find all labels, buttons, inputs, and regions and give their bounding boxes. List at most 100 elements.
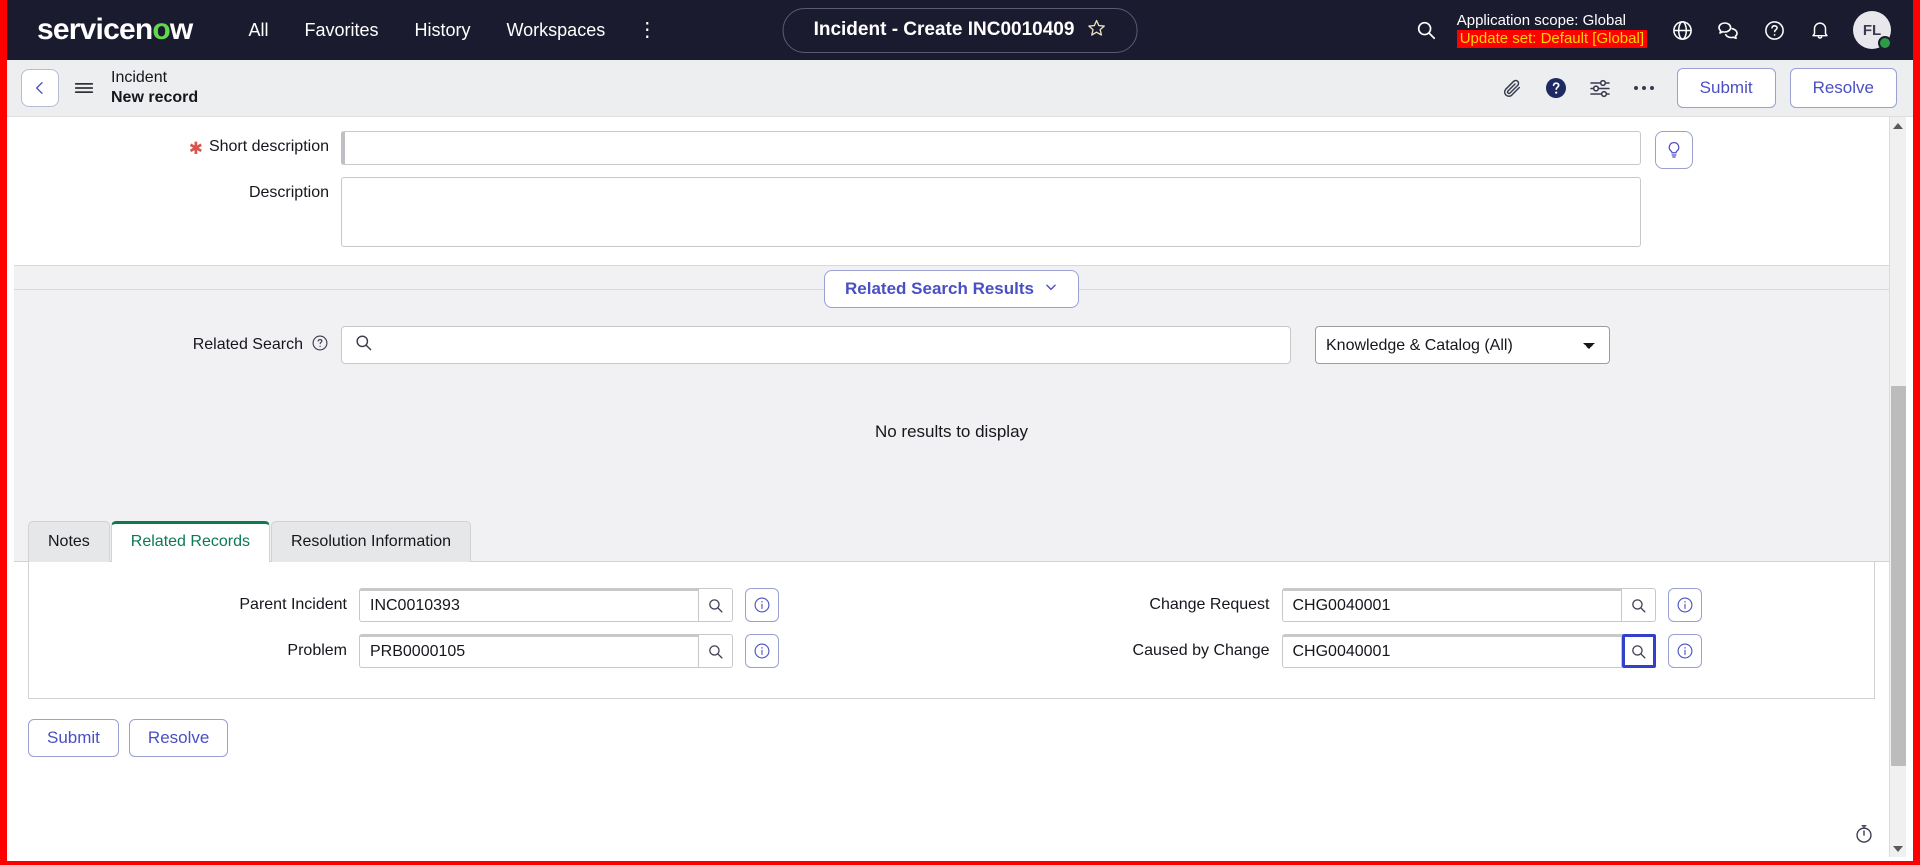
tab-related-records[interactable]: Related Records: [110, 521, 270, 562]
stopwatch-icon[interactable]: [1851, 821, 1877, 847]
scrollbar-down-arrow-icon[interactable]: [1890, 840, 1907, 857]
form-section-tabs: Notes Related Records Resolution Informa…: [14, 520, 1889, 562]
short-description-label: Short description: [208, 138, 329, 155]
parent-incident-field: [359, 588, 733, 622]
page-scrollbar[interactable]: [1889, 117, 1906, 857]
related-search-results-toggle[interactable]: Related Search Results: [824, 270, 1079, 308]
record-title-pill[interactable]: Incident - Create INC0010409: [782, 7, 1138, 53]
nav-item-all[interactable]: All: [230, 12, 286, 49]
related-search-label: Related Search: [192, 336, 303, 353]
nav-item-favorites[interactable]: Favorites: [286, 12, 396, 49]
lightbulb-icon[interactable]: [1655, 131, 1693, 169]
change-request-field: [1281, 588, 1656, 622]
related-search-label-wrap: Related Search: [14, 334, 341, 357]
change-request-info-icon[interactable]: [1667, 588, 1702, 622]
caused-by-change-input[interactable]: [1281, 634, 1622, 668]
parent-incident-input[interactable]: [359, 588, 699, 622]
scrollbar-thumb[interactable]: [1890, 386, 1906, 766]
description-label: Description: [248, 184, 329, 201]
no-results-message: No results to display: [874, 422, 1029, 441]
parent-incident-row: Parent Incident: [29, 582, 952, 628]
description-textarea[interactable]: [341, 177, 1641, 247]
related-search-input[interactable]: [341, 326, 1291, 364]
short-description-input[interactable]: [341, 131, 1641, 165]
related-search-results-label: Related Search Results: [845, 279, 1034, 298]
nav-item-workspaces[interactable]: Workspaces: [489, 12, 624, 49]
resolve-button-bottom[interactable]: Resolve: [128, 719, 229, 757]
problem-input[interactable]: [359, 634, 699, 668]
application-scope-text: Application scope: Global: [1456, 12, 1626, 29]
mandatory-asterisk-icon: ✱: [188, 139, 203, 158]
more-actions-icon[interactable]: [1625, 69, 1663, 107]
logo-text-part2: w: [169, 13, 193, 46]
scrollbar-up-arrow-icon[interactable]: [1890, 117, 1907, 134]
primary-nav-links: All Favorites History Workspaces ⋮: [230, 12, 672, 49]
parent-incident-label: Parent Incident: [239, 596, 347, 613]
caused-by-change-row: Caused by Change: [952, 628, 1875, 674]
resolve-button-top[interactable]: Resolve: [1789, 68, 1897, 108]
nav-item-history[interactable]: History: [396, 12, 488, 49]
form-bottom-actions: Submit Resolve: [14, 699, 1889, 757]
change-request-row: Change Request: [952, 582, 1875, 628]
record-type-label: Incident: [111, 69, 168, 87]
globe-icon[interactable]: [1661, 9, 1703, 51]
servicenow-logo[interactable]: servicen o w: [37, 13, 193, 46]
personalize-form-icon[interactable]: [1581, 69, 1619, 107]
related-records-panel: Parent Incident INC0010393 Problem PRB00…: [28, 562, 1875, 699]
help-circle-outline-icon[interactable]: [311, 334, 329, 357]
parent-incident-lookup-icon[interactable]: [699, 588, 733, 622]
related-search-row: Related Search Knowledge & Catalog (All): [14, 312, 1889, 374]
record-state-label: New record: [111, 89, 199, 106]
record-title-text: Incident - Create INC0010409: [813, 19, 1075, 40]
caused-by-change-label: Caused by Change: [1132, 642, 1270, 659]
description-row: Description: [14, 173, 1889, 251]
related-search-results-section: Related Search Results Related Search Kn…: [14, 266, 1889, 520]
attachment-icon[interactable]: [1493, 69, 1531, 107]
caused-by-change-field: [1281, 634, 1656, 668]
star-icon[interactable]: [1086, 18, 1106, 43]
caused-by-change-info-icon[interactable]: [1667, 634, 1702, 668]
bell-icon[interactable]: [1799, 9, 1841, 51]
short-description-row: ✱ Short description: [14, 127, 1889, 173]
application-scope-indicator[interactable]: Application scope: Global Update set: De…: [1456, 12, 1647, 48]
nav-more-menu-icon[interactable]: ⋮: [623, 16, 672, 44]
back-button[interactable]: [21, 69, 59, 107]
help-circle-icon[interactable]: [1753, 9, 1795, 51]
submit-button-bottom[interactable]: Submit: [28, 719, 119, 757]
tab-notes[interactable]: Notes: [28, 521, 110, 562]
related-search-input-wrap: [341, 326, 1291, 364]
related-search-filter-select[interactable]: Knowledge & Catalog (All): [1315, 326, 1610, 364]
hamburger-icon[interactable]: [67, 71, 101, 105]
related-records-left-column: Parent Incident INC0010393 Problem PRB00…: [29, 582, 952, 674]
global-nav-right-cluster: Application scope: Global Update set: De…: [1405, 9, 1913, 51]
logo-green-o: o: [152, 13, 170, 46]
related-records-right-column: Change Request CHG0040001 Caused by Chan…: [952, 582, 1875, 674]
problem-lookup-icon[interactable]: [699, 634, 733, 668]
record-toolbar: Incident New record Submit Resolve: [7, 60, 1913, 117]
tab-resolution-information[interactable]: Resolution Information: [270, 521, 472, 562]
conversations-icon[interactable]: [1707, 9, 1749, 51]
problem-field: [359, 634, 733, 668]
global-navigation-bar: servicen o w All Favorites History Workspa…: [7, 0, 1913, 60]
user-avatar[interactable]: FL: [1853, 11, 1892, 50]
help-filled-icon[interactable]: [1537, 69, 1575, 107]
short-description-label-wrap: ✱ Short description: [14, 131, 341, 157]
change-request-label: Change Request: [1149, 596, 1270, 613]
search-icon[interactable]: [1405, 9, 1447, 51]
submit-button-top[interactable]: Submit: [1676, 68, 1776, 108]
avatar-initials: FL: [1862, 21, 1882, 39]
problem-label: Problem: [287, 642, 347, 659]
change-request-input[interactable]: [1281, 588, 1622, 622]
logo-text-part1: servicen: [37, 13, 153, 46]
change-request-lookup-icon[interactable]: [1621, 588, 1656, 622]
caused-by-change-lookup-icon[interactable]: [1621, 634, 1656, 668]
avatar-presence-dot: [1878, 36, 1892, 50]
incident-form-top-section: ✱ Short description Description: [14, 117, 1889, 266]
browser-viewport: servicen o w All Favorites History Workspa…: [0, 0, 1920, 865]
update-set-text: Update set: Default [Global]: [1456, 30, 1647, 48]
problem-row: Problem: [29, 628, 952, 674]
problem-info-icon[interactable]: [745, 634, 779, 668]
record-header-title: Incident New record: [111, 68, 198, 107]
parent-incident-info-icon[interactable]: [745, 588, 779, 622]
scrollbar-track[interactable]: [1890, 134, 1907, 840]
